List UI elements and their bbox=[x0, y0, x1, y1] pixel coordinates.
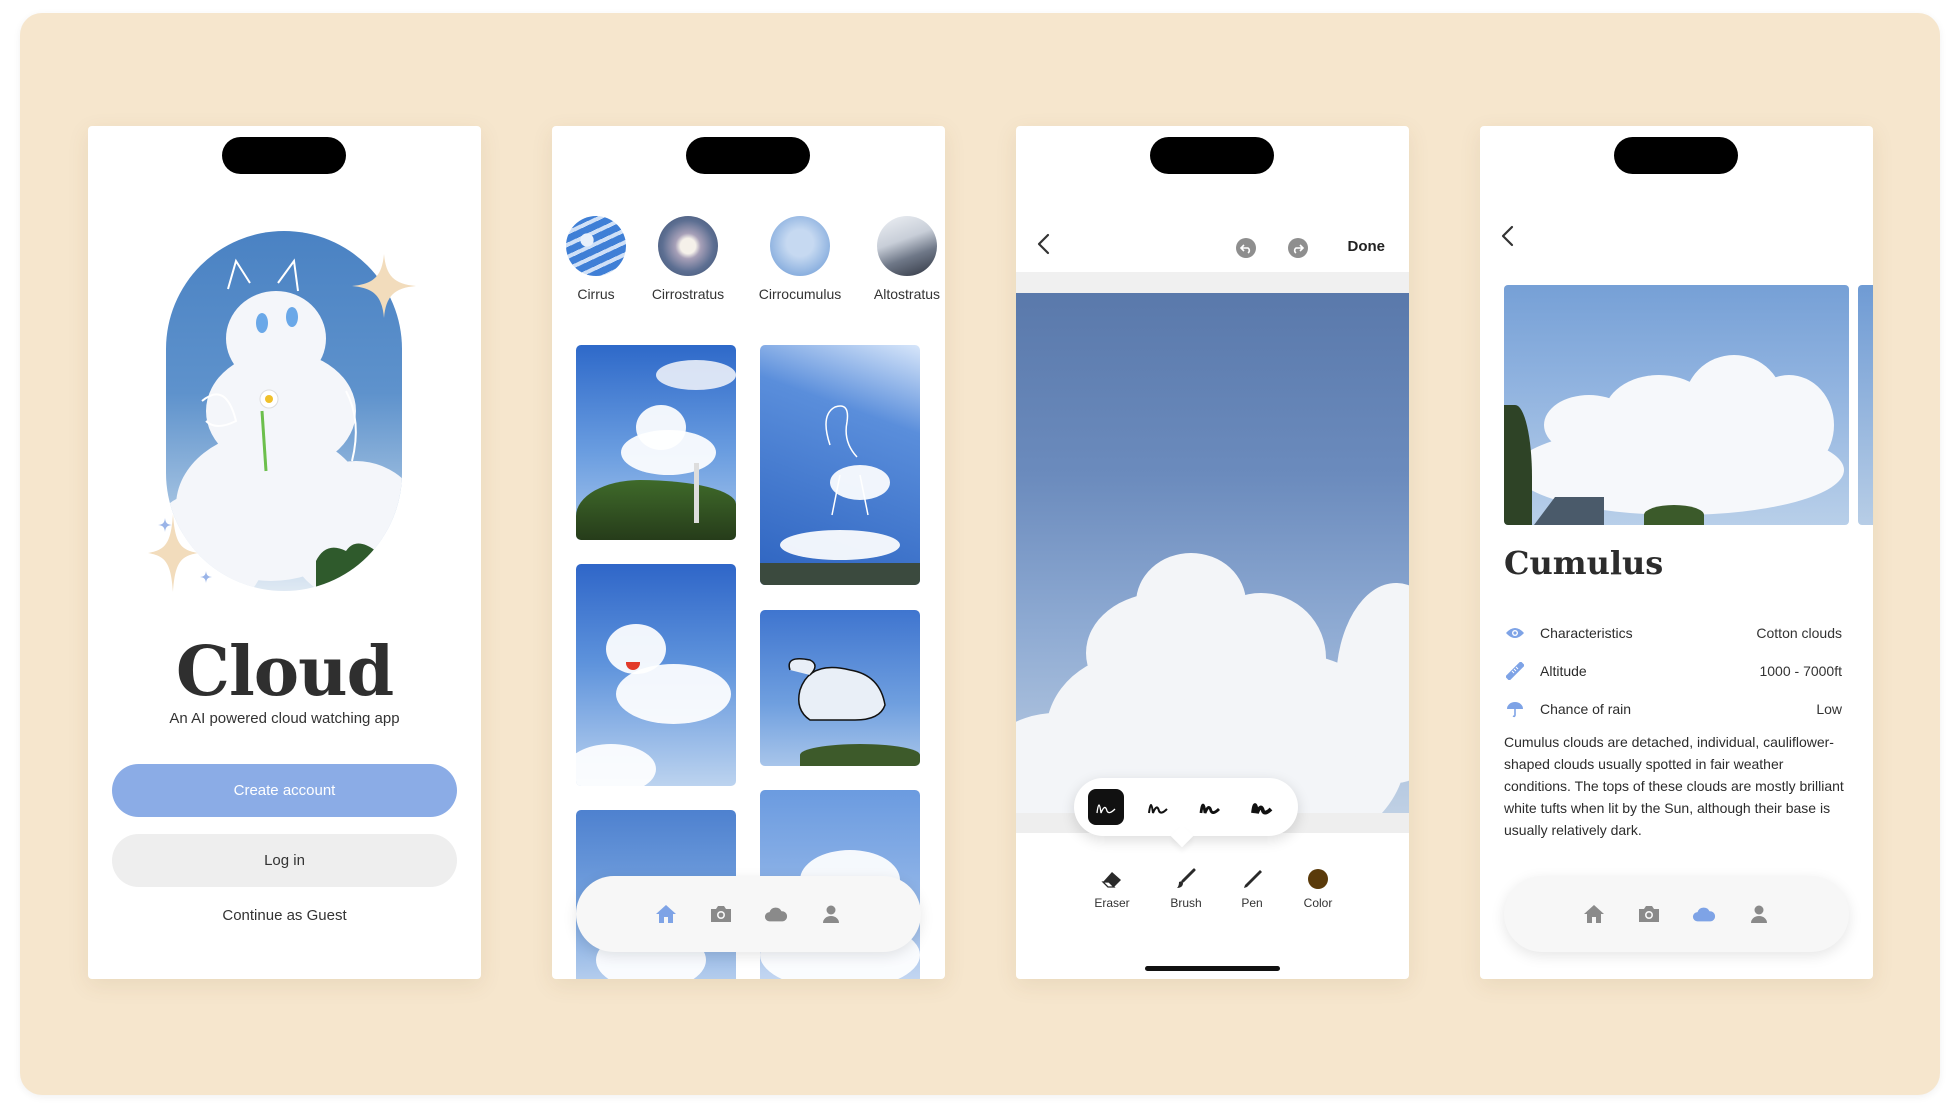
tool-label: Color bbox=[1303, 896, 1333, 910]
next-photo-peek[interactable] bbox=[1858, 285, 1873, 525]
app-title: Cloud bbox=[175, 632, 394, 712]
cloud-type-item[interactable]: Cirrostratus bbox=[648, 216, 728, 302]
color-tool[interactable]: Color bbox=[1288, 866, 1348, 910]
drawing-editor-screen: Done Eraser Brush Pen Color bbox=[1016, 126, 1409, 979]
dynamic-island bbox=[222, 137, 346, 174]
cloud-detail-photo[interactable] bbox=[1504, 285, 1849, 525]
camera-icon[interactable] bbox=[709, 902, 733, 926]
cloud-photo-card[interactable] bbox=[760, 345, 920, 585]
stroke-medium-option[interactable] bbox=[1140, 789, 1176, 825]
cirrostratus-thumbnail bbox=[658, 216, 718, 276]
done-button[interactable]: Done bbox=[1348, 238, 1386, 255]
bottom-navigation bbox=[576, 876, 921, 952]
tool-label: Pen bbox=[1241, 896, 1263, 910]
camera-icon[interactable] bbox=[1637, 902, 1661, 926]
continue-as-guest-link[interactable]: Continue as Guest bbox=[88, 907, 481, 924]
dynamic-island bbox=[1150, 137, 1274, 174]
welcome-screen: Cloud An AI powered cloud watching app C… bbox=[88, 126, 481, 979]
dynamic-island bbox=[1614, 137, 1738, 174]
cirrocumulus-thumbnail bbox=[770, 216, 830, 276]
stroke-bold-option[interactable] bbox=[1244, 789, 1280, 825]
app-subtitle: An AI powered cloud watching app bbox=[169, 710, 400, 727]
cloud-icon[interactable] bbox=[764, 902, 788, 926]
dynamic-island bbox=[686, 137, 810, 174]
attribute-row: Chance of rain Low bbox=[1504, 698, 1842, 720]
eye-icon bbox=[1504, 624, 1526, 642]
cloud-photo-card[interactable] bbox=[760, 610, 920, 766]
tool-label: Brush bbox=[1170, 896, 1202, 910]
drawing-toolbar: Eraser Brush Pen Color bbox=[1016, 866, 1409, 926]
sparkle-icon bbox=[352, 254, 416, 318]
cloud-type-item[interactable]: Altostratus bbox=[862, 216, 945, 302]
user-icon[interactable] bbox=[819, 902, 843, 926]
stroke-style-picker bbox=[1074, 778, 1298, 836]
cloud-photo-card[interactable] bbox=[576, 564, 736, 786]
sparkle-icon bbox=[158, 518, 172, 532]
tool-label: Eraser bbox=[1094, 896, 1130, 910]
cloud-type-label: Altostratus bbox=[873, 286, 941, 302]
attribute-row: Altitude 1000 - 7000ft bbox=[1504, 660, 1842, 682]
attribute-value: Cotton clouds bbox=[1756, 625, 1842, 641]
log-in-button[interactable]: Log in bbox=[112, 834, 457, 887]
stroke-thin-option[interactable] bbox=[1088, 789, 1124, 825]
cloud-type-label: Cirrocumulus bbox=[758, 286, 842, 302]
home-icon[interactable] bbox=[654, 902, 678, 926]
user-icon[interactable] bbox=[1747, 902, 1771, 926]
eraser-tool[interactable]: Eraser bbox=[1082, 866, 1142, 910]
cloud-detail-screen: Cumulus Characteristics Cotton clouds Al… bbox=[1480, 126, 1873, 979]
back-chevron-icon[interactable] bbox=[1034, 233, 1056, 255]
drawing-canvas[interactable] bbox=[1016, 293, 1409, 813]
attribute-row: Characteristics Cotton clouds bbox=[1504, 622, 1842, 644]
presentation-board: Cloud An AI powered cloud watching app C… bbox=[20, 13, 1940, 1095]
attribute-name: Chance of rain bbox=[1540, 701, 1632, 717]
pen-icon bbox=[1222, 866, 1282, 892]
bottom-navigation bbox=[1504, 876, 1849, 952]
cloud-icon[interactable] bbox=[1692, 902, 1716, 926]
home-indicator bbox=[1145, 966, 1280, 971]
brush-tool[interactable]: Brush bbox=[1156, 866, 1216, 910]
create-account-button[interactable]: Create account bbox=[112, 764, 457, 817]
ruler-icon bbox=[1504, 662, 1526, 680]
home-icon[interactable] bbox=[1582, 902, 1606, 926]
color-swatch-icon bbox=[1288, 866, 1348, 892]
cloud-type-item[interactable]: Cirrocumulus bbox=[750, 216, 850, 302]
umbrella-icon bbox=[1504, 700, 1526, 718]
sparkle-icon bbox=[200, 571, 212, 583]
cloud-type-label: Cirrostratus bbox=[651, 286, 725, 302]
cloud-type-label: Cirrus bbox=[577, 286, 615, 302]
attribute-name: Characteristics bbox=[1540, 625, 1633, 641]
eraser-icon bbox=[1082, 866, 1142, 892]
canvas-top-strip bbox=[1016, 272, 1409, 293]
undo-icon[interactable] bbox=[1236, 238, 1256, 258]
stroke-thick-option[interactable] bbox=[1192, 789, 1228, 825]
cloud-photo-card[interactable] bbox=[576, 345, 736, 540]
attribute-value: 1000 - 7000ft bbox=[1759, 663, 1842, 679]
attribute-value: Low bbox=[1816, 701, 1842, 717]
back-chevron-icon[interactable] bbox=[1498, 225, 1520, 247]
cloud-type-carousel: Cirrus Cirrostratus Cirrocumulus Altostr… bbox=[552, 216, 945, 316]
brush-icon bbox=[1156, 866, 1216, 892]
redo-icon[interactable] bbox=[1288, 238, 1308, 258]
sparkle-icon bbox=[148, 514, 198, 592]
gallery-screen: Cirrus Cirrostratus Cirrocumulus Altostr… bbox=[552, 126, 945, 979]
cloud-description: Cumulus clouds are detached, individual,… bbox=[1504, 734, 1844, 838]
cloud-type-item[interactable]: Cirrus bbox=[566, 216, 626, 302]
altostratus-thumbnail bbox=[877, 216, 937, 276]
cirrus-thumbnail bbox=[566, 216, 626, 276]
pen-tool[interactable]: Pen bbox=[1222, 866, 1282, 910]
cloud-name-title: Cumulus bbox=[1504, 544, 1664, 582]
attribute-name: Altitude bbox=[1540, 663, 1587, 679]
